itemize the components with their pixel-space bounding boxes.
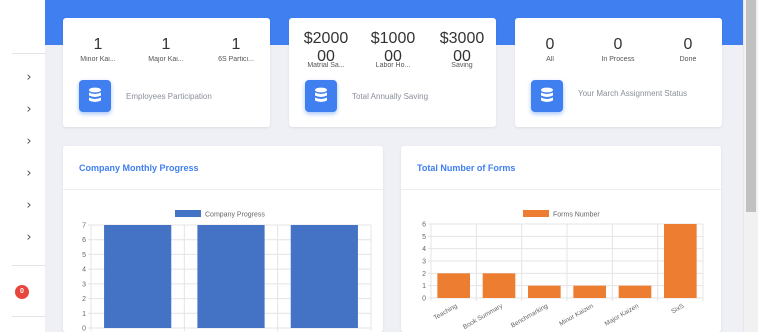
x-tick-label: Minor Kaizen bbox=[558, 302, 595, 327]
scrollbar[interactable] bbox=[743, 0, 758, 332]
y-tick-label: 2 bbox=[422, 271, 426, 278]
sidebar-divider bbox=[12, 316, 45, 317]
stat-label: All bbox=[546, 56, 554, 63]
stat-value: 1 bbox=[231, 36, 241, 53]
legend-label: Company Progress bbox=[205, 212, 265, 219]
stat-value: $3000 00 bbox=[439, 30, 485, 65]
stat-description: Your March Assignment Status bbox=[578, 89, 688, 98]
y-tick-label: 3 bbox=[422, 259, 426, 266]
sidebar-divider bbox=[12, 53, 45, 54]
chart-title: Total Number of Forms bbox=[417, 163, 516, 173]
database-icon bbox=[79, 80, 111, 112]
assignment-status-card: 0 All 0 In Process 0 Done Your March Ass… bbox=[515, 18, 722, 127]
stat-label: In Process bbox=[601, 56, 635, 63]
y-tick-label: 6 bbox=[422, 222, 426, 229]
y-tick-label: 7 bbox=[82, 223, 86, 230]
stat-label: 6S Partici... bbox=[218, 56, 254, 63]
bar bbox=[104, 225, 172, 328]
database-icon bbox=[305, 80, 337, 112]
y-tick-label: 1 bbox=[422, 283, 426, 290]
stat-value: 0 bbox=[545, 36, 555, 53]
y-tick-label: 1 bbox=[82, 311, 86, 318]
forms-count-chart: 0 1 2 3 4 5 6 Forms Number Teaching Book Summary B… bbox=[422, 210, 704, 331]
legend-swatch bbox=[523, 210, 549, 217]
chevron-right-icon[interactable]: › bbox=[22, 103, 36, 117]
legend-label: Forms Number bbox=[553, 212, 600, 219]
employees-participation-card: 1 Minor Kai... 1 Major Kai... 1 6S Parti… bbox=[63, 18, 270, 127]
x-tick-label: Major Kaizen bbox=[604, 302, 641, 327]
stat-description: Employees Participation bbox=[126, 92, 212, 101]
stat-value: 0 bbox=[613, 36, 623, 53]
chevron-right-icon[interactable]: › bbox=[22, 167, 36, 181]
bar bbox=[482, 273, 516, 298]
stat-label: Saving bbox=[451, 62, 473, 69]
y-tick-label: 4 bbox=[82, 267, 86, 274]
stat-label: Labor Ho... bbox=[375, 62, 411, 69]
stat-value: $2000 00 bbox=[303, 30, 349, 65]
bar bbox=[290, 225, 358, 328]
x-tick-label: SixS bbox=[670, 302, 686, 315]
sidebar: › › › › › › 0 bbox=[0, 0, 45, 332]
stat-label: Done bbox=[679, 56, 697, 63]
stat-value: $1000 00 bbox=[370, 30, 416, 65]
stat-value: 1 bbox=[93, 36, 103, 53]
x-tick-label: Benchmarking bbox=[510, 302, 550, 329]
legend-swatch bbox=[175, 210, 201, 217]
bar bbox=[197, 225, 265, 328]
stat-value: 0 bbox=[683, 36, 693, 53]
y-tick-label: 4 bbox=[422, 246, 426, 253]
stat-value: 1 bbox=[161, 36, 171, 53]
chart-title: Company Monthly Progress bbox=[79, 163, 199, 173]
bar bbox=[618, 285, 652, 298]
y-tick-label: 0 bbox=[422, 296, 426, 303]
y-tick-label: 3 bbox=[82, 281, 86, 288]
stat-description: Total Annually Saving bbox=[352, 92, 429, 101]
chevron-right-icon[interactable]: › bbox=[22, 71, 36, 85]
bar bbox=[573, 285, 606, 298]
sidebar-divider bbox=[12, 265, 45, 266]
stat-label: Minor Kai... bbox=[80, 56, 116, 63]
annual-saving-card: $2000 00 Matrial Sa... $1000 00 Labor Ho… bbox=[289, 18, 496, 127]
bar bbox=[664, 224, 697, 298]
y-tick-label: 5 bbox=[422, 234, 426, 241]
bar bbox=[528, 285, 561, 298]
chevron-right-icon[interactable]: › bbox=[22, 199, 36, 213]
database-icon bbox=[531, 80, 563, 112]
x-tick-label: Book Summary bbox=[462, 302, 505, 331]
x-tick-label: Teaching bbox=[433, 302, 459, 321]
company-progress-chart: 0 1 2 3 4 5 6 7 Company Progress bbox=[82, 210, 372, 332]
y-tick-label: 0 bbox=[82, 326, 86, 332]
stat-label: Major Kai... bbox=[148, 56, 184, 63]
y-tick-label: 6 bbox=[82, 237, 86, 244]
y-tick-label: 5 bbox=[82, 252, 86, 259]
chevron-right-icon[interactable]: › bbox=[22, 231, 36, 245]
chevron-right-icon[interactable]: › bbox=[22, 135, 36, 149]
notification-badge[interactable]: 0 bbox=[15, 285, 29, 299]
bar bbox=[437, 273, 470, 298]
y-tick-label: 2 bbox=[82, 296, 86, 303]
forms-count-card: Total Number of Forms 0 1 2 3 4 5 6 Forms Numbe… bbox=[401, 146, 721, 332]
stat-label: Matrial Sa... bbox=[307, 62, 345, 69]
company-progress-card: Company Monthly Progress 0 1 2 3 4 5 6 7 Company… bbox=[63, 146, 383, 332]
scrollbar-thumb[interactable] bbox=[746, 0, 756, 212]
